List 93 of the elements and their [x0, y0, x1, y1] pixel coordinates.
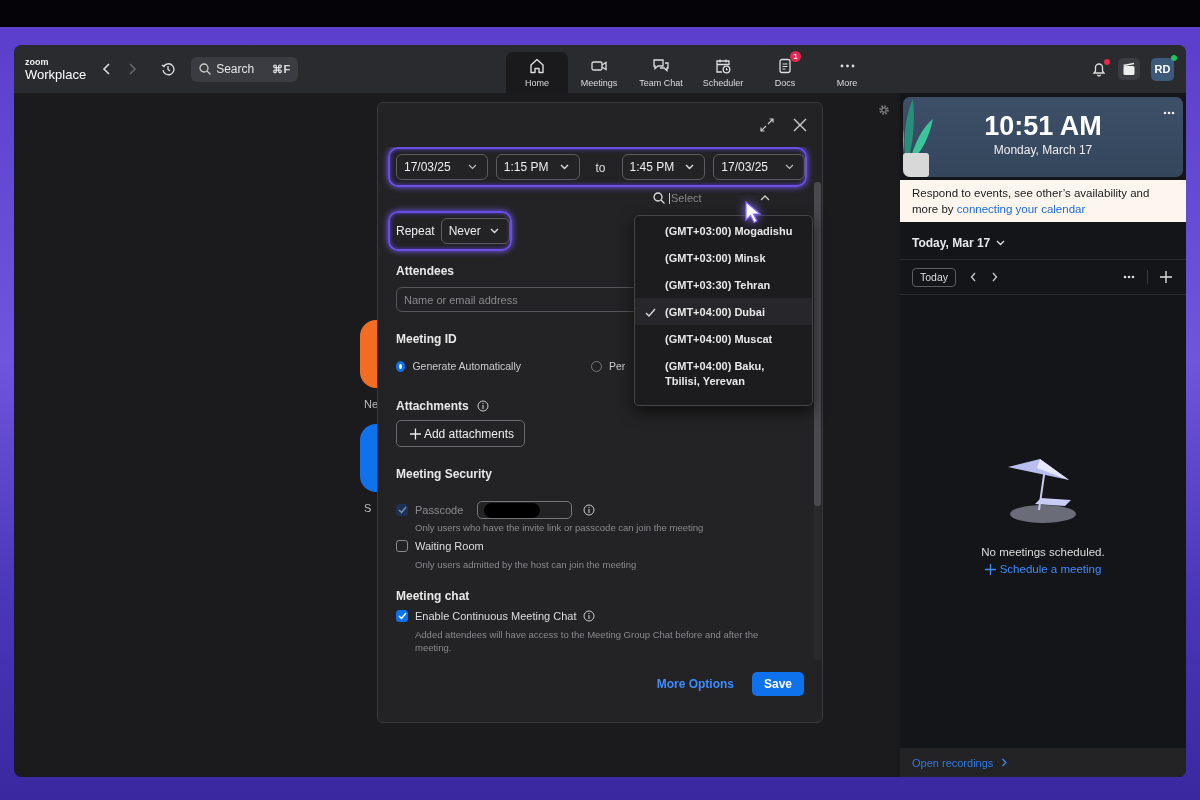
chevron-down-icon [685, 164, 695, 170]
section-title: Meeting ID [396, 331, 457, 347]
info-icon[interactable] [583, 610, 596, 622]
nav-tab[interactable]: Meetings [568, 52, 630, 93]
tile-label: S [364, 502, 372, 514]
nav-tab[interactable]: Home [506, 52, 568, 93]
timezone-option[interactable]: (GMT+03:00) Mogadishu [635, 217, 812, 244]
info-icon[interactable] [476, 400, 489, 412]
history-icon[interactable] [161, 62, 176, 76]
chevron-right-icon[interactable] [1001, 758, 1008, 767]
previous-icon[interactable] [970, 272, 978, 282]
plus-icon [984, 563, 996, 575]
to-label: to [595, 160, 606, 175]
section-title: Attendees [396, 263, 454, 279]
checkbox[interactable] [396, 540, 408, 552]
close-icon[interactable] [793, 118, 807, 132]
repeat-dropdown[interactable]: Never [440, 218, 510, 244]
save-button[interactable]: Save [752, 672, 804, 696]
radio-option[interactable]: Per [591, 358, 626, 374]
timezone-search-field[interactable]: Select [653, 192, 702, 204]
tile-label: Ne [364, 398, 379, 410]
connect-calendar-link[interactable]: connecting your calendar [956, 203, 1086, 215]
home-icon [528, 57, 546, 75]
notification-bell-icon[interactable] [1091, 61, 1107, 77]
calendar-clock-icon [714, 57, 732, 75]
nav-tab[interactable]: Scheduler [692, 52, 754, 93]
date-picker[interactable]: 17/03/25 [713, 154, 805, 180]
nav-tab[interactable]: 1 Docs [754, 52, 816, 93]
section-title: Meeting chat [396, 588, 470, 604]
repeat-label: Repeat [396, 224, 435, 238]
redaction-mark [484, 502, 541, 518]
plus-icon [410, 427, 421, 440]
time-picker[interactable]: 1:45 PM [621, 154, 706, 180]
chevron-up-icon[interactable] [760, 195, 770, 201]
clapperboard-icon [1122, 62, 1136, 76]
more-icon[interactable] [1163, 111, 1175, 115]
search-icon [653, 192, 665, 204]
option-hint: Added attendees will have access to the Meeting Group Chat before and after the meeting. [415, 628, 760, 654]
timezone-option[interactable]: (GMT+04:00) Muscat [635, 325, 812, 352]
empty-state-text: No meetings scheduled. [981, 546, 1105, 558]
more-options-link[interactable]: More Options [656, 677, 734, 691]
document-icon [776, 57, 794, 75]
beach-umbrella-drawing [1007, 458, 1079, 526]
banner-text: Respond to events, see other’s availability and more by connecting your calendar [912, 186, 1151, 217]
scrollbar[interactable] [814, 182, 821, 660]
more-icon[interactable] [1123, 275, 1135, 279]
more-icon [839, 64, 855, 68]
radio-option[interactable]: Generate Automatically [396, 358, 521, 374]
count-badge: 1 [790, 51, 801, 62]
app-name: Workplace [25, 67, 87, 81]
clock-time: 10:51 AM [984, 111, 1102, 141]
checkmark-icon [645, 308, 656, 317]
chevron-down-icon [489, 228, 499, 234]
next-icon[interactable] [991, 272, 999, 282]
schedule-meeting-link[interactable]: Schedule a meeting [984, 563, 1102, 575]
expand-icon[interactable] [760, 118, 774, 132]
radio-button[interactable] [396, 360, 406, 372]
option-label: Waiting Room [415, 540, 484, 552]
option-hint: Only users who have the invite link or passcode can join the meeting [415, 521, 704, 534]
search-field[interactable]: Search ⌘F [191, 56, 299, 82]
time-picker[interactable]: 1:15 PM [495, 154, 580, 180]
day-title[interactable]: Today, Mar 17 [912, 235, 991, 250]
option-label: Passcode [415, 504, 464, 516]
apps-button[interactable] [1118, 58, 1140, 80]
timezone-option[interactable]: (GMT+04:00) Dubai [635, 298, 812, 325]
chevron-down-icon[interactable] [996, 239, 1006, 246]
option-hint: Only users admitted by the host can join the meeting [415, 558, 638, 571]
timezone-option[interactable]: (GMT+03:00) Minsk [635, 244, 812, 271]
forward-icon[interactable] [127, 63, 138, 75]
search-icon [199, 63, 212, 75]
add-icon[interactable] [1160, 271, 1172, 283]
back-icon[interactable] [102, 63, 113, 75]
chevron-down-icon [559, 164, 569, 170]
checkbox[interactable] [396, 610, 408, 622]
section-title: Attachments [396, 398, 469, 414]
passcode-field[interactable] [477, 501, 573, 519]
today-button[interactable]: Today [912, 267, 957, 287]
option-label: Enable Continuous Meeting Chat [415, 610, 577, 622]
timezone-option[interactable]: (GMT+04:00) Baku, Tbilisi, Yerevan [635, 352, 812, 389]
section-title: Meeting Security [396, 466, 493, 482]
chevron-down-icon [785, 164, 794, 170]
clock-date: Monday, March 17 [993, 143, 1093, 157]
add-attachments-button[interactable]: Add attachments [396, 420, 525, 447]
settings-icon[interactable] [878, 104, 890, 116]
nav-tab[interactable]: More [816, 52, 878, 93]
open-recordings-link[interactable]: Open recordings [912, 756, 994, 769]
date-picker[interactable]: 17/03/25 [396, 154, 488, 180]
nav-tab[interactable]: Team Chat [630, 52, 692, 93]
chevron-down-icon [467, 164, 477, 170]
user-avatar[interactable]: RD [1151, 57, 1174, 81]
logo-wordmark: zoom [25, 57, 50, 67]
chat-icon [652, 57, 670, 75]
info-icon[interactable] [583, 504, 596, 516]
